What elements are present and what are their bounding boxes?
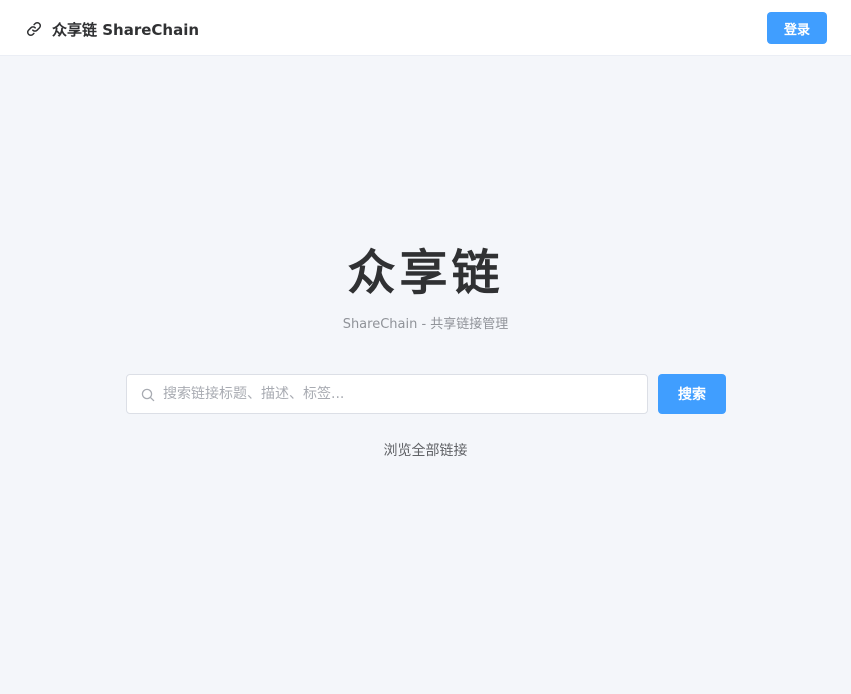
top-bar: 众享链 ShareChain 登录 [0,0,851,56]
brand[interactable]: 众享链 ShareChain [26,18,199,40]
brand-title: 众享链 ShareChain [52,20,200,39]
browse-all-link[interactable]: 浏览全部链接 [384,443,468,459]
search-button[interactable]: 搜索 [658,374,726,414]
login-button[interactable]: 登录 [767,12,827,44]
link-icon [26,21,42,37]
hero-title: 众享链 [347,245,504,301]
search-icon [141,387,155,402]
search-input[interactable] [163,375,647,413]
hero-subtitle: ShareChain - 共享链接管理 [342,317,509,332]
search-field[interactable] [126,374,648,414]
browse-all-row: 浏览全部链接 [0,441,851,461]
